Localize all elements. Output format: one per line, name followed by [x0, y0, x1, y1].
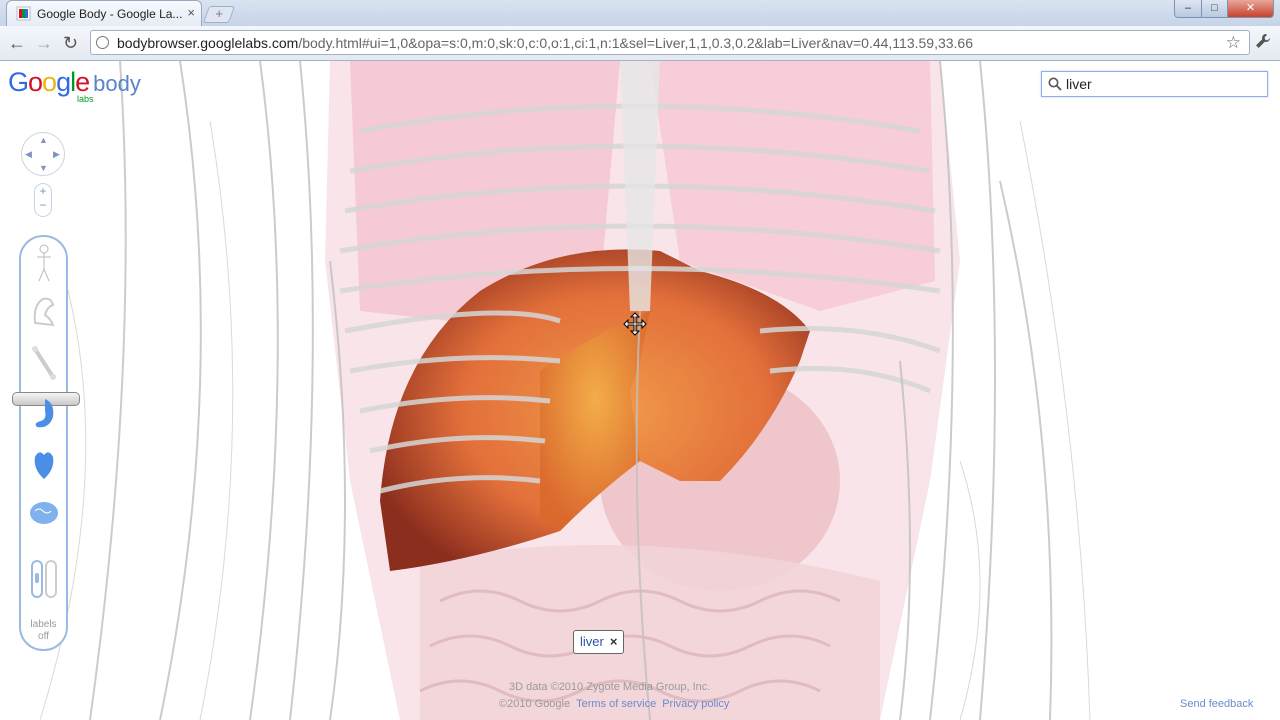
logo-letter: o	[28, 67, 43, 97]
privacy-link[interactable]: Privacy policy	[662, 698, 729, 710]
logo-letter: g	[56, 67, 71, 97]
muscle-layer-icon[interactable]	[29, 293, 59, 333]
url-path: /body.html#ui=1,0&opa=s:0,m:0,sk:0,c:0,o…	[298, 35, 974, 51]
zoom-in-icon[interactable]: +	[35, 184, 51, 198]
browser-toolbar: ← → ↻ bodybrowser.googlelabs.com/body.ht…	[0, 26, 1280, 61]
bookmark-star-icon[interactable]: ☆	[1226, 33, 1241, 53]
skin-layer-icon[interactable]	[29, 243, 59, 283]
back-button[interactable]: ←	[8, 33, 26, 53]
url-host: bodybrowser.googlelabs.com	[117, 35, 299, 51]
zoom-out-icon[interactable]: −	[35, 198, 51, 212]
chip-close-icon[interactable]: ×	[610, 634, 618, 649]
copyright-text: ©2010 Google	[499, 698, 571, 710]
body-viewer[interactable]: Google body labs ▲ ▼ ◀ ▶ + − labels off li…	[0, 61, 1280, 720]
copyright-line: ©2010 Google Terms of service Privacy poli…	[499, 698, 729, 710]
anatomy-3d-scene[interactable]	[0, 61, 1280, 720]
labels-toggle[interactable]	[30, 559, 58, 599]
google-body-logo[interactable]: Google body	[8, 67, 141, 98]
search-icon	[1048, 77, 1062, 91]
browser-tab[interactable]: Google Body - Google La... ×	[6, 0, 202, 26]
logo-body-word: body	[93, 71, 141, 96]
zoom-control[interactable]: + −	[34, 183, 52, 217]
wrench-menu-icon[interactable]	[1254, 32, 1272, 55]
pan-right-icon[interactable]: ▶	[53, 149, 60, 160]
circulatory-layer-icon[interactable]	[29, 443, 59, 483]
search-box[interactable]	[1041, 71, 1268, 97]
layer-slider-panel[interactable]: labels off	[12, 235, 80, 651]
selected-structure-chip[interactable]: liver ×	[573, 630, 625, 654]
pan-down-icon[interactable]: ▼	[39, 163, 48, 173]
labels-status: labels off	[21, 619, 66, 643]
close-window-button[interactable]: ✕	[1227, 0, 1274, 18]
logo-letter: e	[75, 67, 90, 97]
labels-state: off	[38, 631, 49, 642]
url-text: bodybrowser.googlelabs.com/body.html#ui=…	[117, 35, 973, 51]
move-cursor-icon	[623, 312, 647, 336]
forward-button[interactable]: →	[35, 33, 53, 53]
address-bar[interactable]: bodybrowser.googlelabs.com/body.html#ui=…	[90, 30, 1250, 55]
pan-control[interactable]: ▲ ▼ ◀ ▶	[21, 132, 65, 176]
logo-letter: G	[8, 67, 29, 97]
terms-link[interactable]: Terms of service	[576, 698, 656, 710]
pan-up-icon[interactable]: ▲	[39, 135, 48, 145]
maximize-button[interactable]: □	[1201, 0, 1228, 18]
search-input[interactable]	[1066, 74, 1261, 94]
minimize-button[interactable]: –	[1174, 0, 1202, 18]
organ-layer-icon[interactable]	[29, 393, 59, 433]
globe-icon	[96, 36, 109, 49]
data-credit: 3D data ©2010 Zygote Media Group, Inc.	[509, 681, 711, 693]
logo-letter: o	[42, 67, 57, 97]
logo-labs-text: labs	[77, 94, 94, 104]
labels-word: labels	[30, 619, 57, 630]
tab-close-icon[interactable]: ×	[187, 5, 195, 21]
chip-label: liver	[580, 634, 604, 649]
bone-layer-icon[interactable]	[29, 343, 59, 383]
send-feedback-link[interactable]: Send feedback	[1180, 698, 1253, 710]
tab-title: Google Body - Google La...	[37, 7, 183, 21]
reload-button[interactable]: ↻	[63, 33, 78, 53]
new-tab-button[interactable]: +	[202, 6, 236, 23]
pan-left-icon[interactable]: ◀	[25, 149, 32, 160]
plus-icon: +	[215, 6, 223, 21]
nervous-layer-icon[interactable]	[29, 493, 59, 533]
window-titlebar: Google Body - Google La... × + – □ ✕	[0, 0, 1280, 26]
google-favicon-icon	[16, 6, 31, 21]
